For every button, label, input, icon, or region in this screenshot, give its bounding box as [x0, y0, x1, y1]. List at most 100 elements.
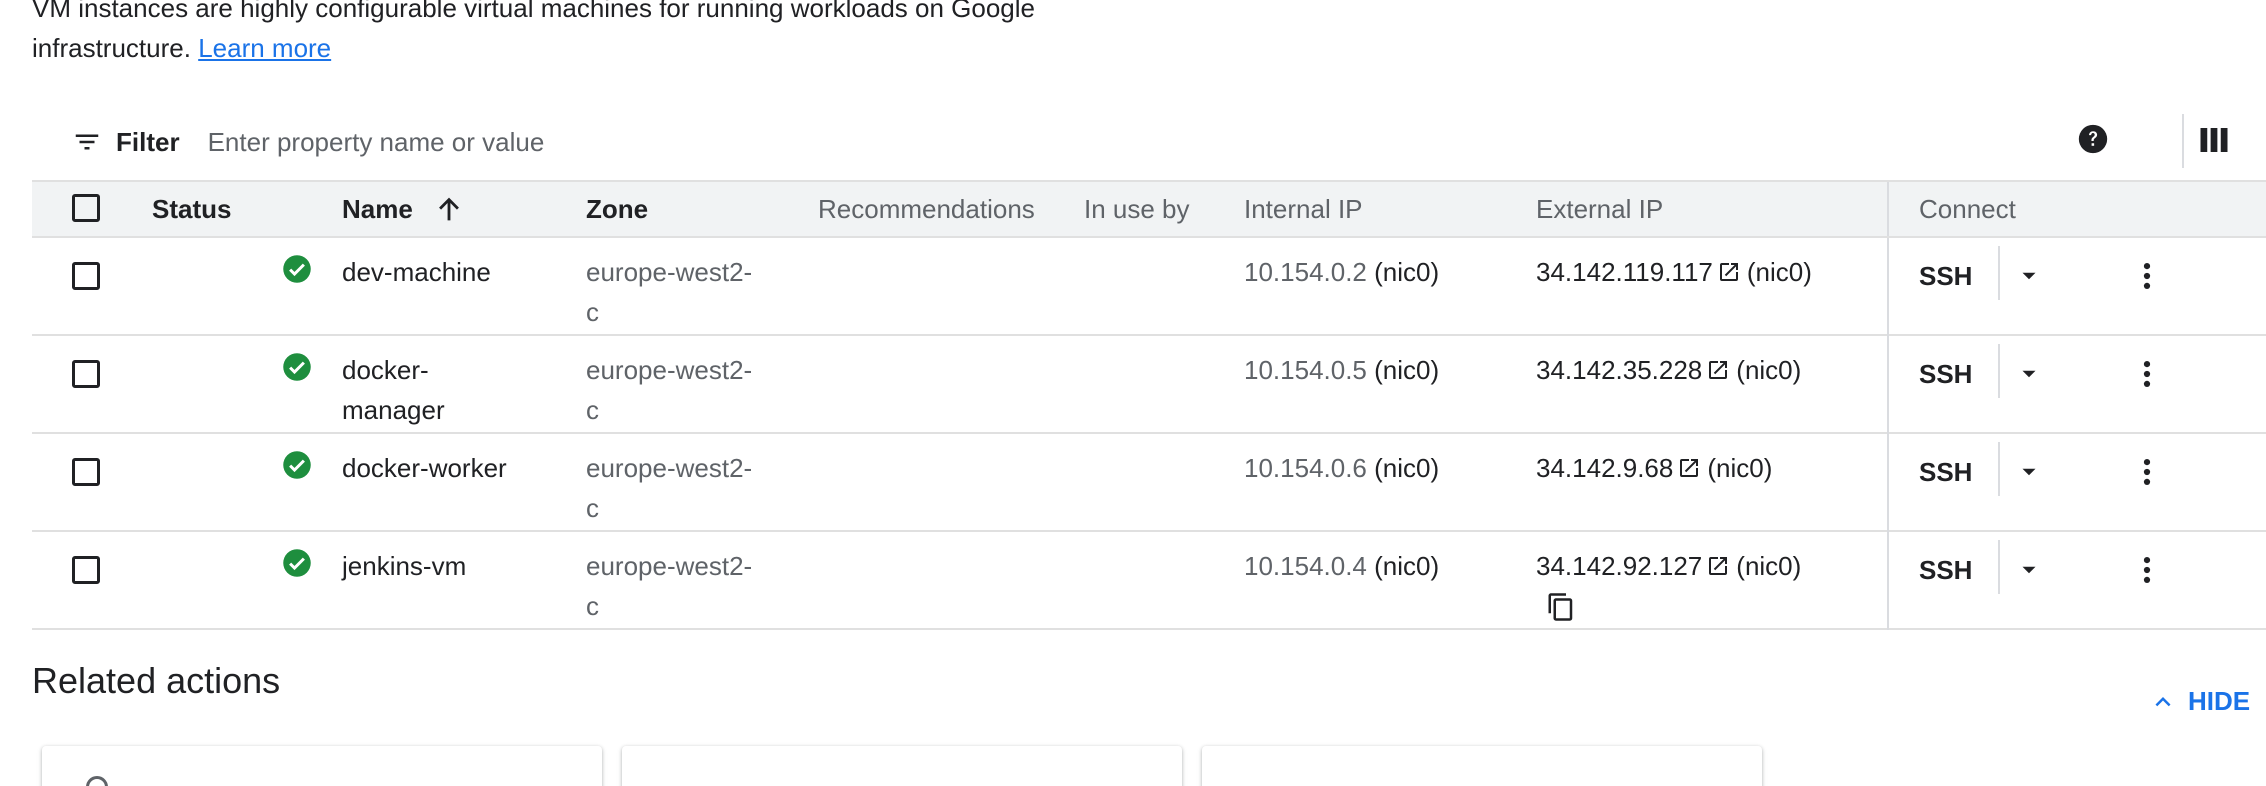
internal-ip-cell: 10.154.0.6 (nic0)	[1244, 433, 1536, 531]
copy-icon[interactable]	[1546, 592, 1576, 622]
instance-name[interactable]: dev-machine	[342, 237, 586, 335]
vm-instances-table: Status Name Zone Recommendations In use …	[32, 180, 2266, 630]
in-use-by-cell	[1084, 433, 1244, 531]
filter-button[interactable]: Filter	[72, 127, 180, 158]
instance-name[interactable]: docker- manager	[342, 335, 586, 433]
hide-label: HIDE	[2188, 686, 2251, 716]
zone-line-1: europe-west2-	[586, 257, 753, 287]
description-text: infrastructure.	[32, 33, 191, 63]
zone-line-2: c	[586, 297, 599, 327]
instance-name-line-1: docker-	[342, 355, 429, 385]
external-nic: (nic0)	[1736, 355, 1802, 385]
instance-name[interactable]: jenkins-vm	[342, 531, 586, 629]
column-header-status[interactable]: Status	[152, 180, 342, 238]
column-header-name-label: Name	[342, 194, 413, 224]
internal-ip-cell: 10.154.0.2 (nic0)	[1244, 237, 1536, 335]
in-use-by-cell	[1084, 531, 1244, 629]
external-nic: (nic0)	[1736, 551, 1802, 581]
column-header-zone[interactable]: Zone	[586, 180, 818, 238]
external-nic: (nic0)	[1707, 453, 1773, 483]
external-ip-link[interactable]: 34.142.35.228	[1536, 355, 1736, 385]
internal-nic: (nic0)	[1374, 551, 1440, 581]
internal-nic: (nic0)	[1374, 453, 1440, 483]
filter-toolbar: Filter	[32, 108, 2266, 176]
select-all-checkbox[interactable]	[72, 193, 100, 222]
internal-ip: 10.154.0.4	[1244, 551, 1367, 581]
arrow-upward-icon	[439, 197, 459, 221]
external-ip-cell: 34.142.92.127 (nic0)	[1536, 531, 1888, 629]
external-ip: 34.142.9.68	[1536, 453, 1674, 483]
row-checkbox[interactable]	[72, 458, 100, 486]
ssh-button[interactable]: SSH	[1919, 256, 1972, 296]
recommendations-cell	[818, 335, 1084, 433]
row-checkbox[interactable]	[72, 556, 100, 584]
ssh-divider	[1998, 344, 2001, 398]
instance-name-line: docker-worker	[342, 453, 507, 483]
row-checkbox[interactable]	[72, 262, 100, 290]
table-row: dev-machine europe-west2- c 10.154.0.2 (…	[32, 237, 2266, 335]
arrow-drop-down-icon[interactable]	[2016, 459, 2042, 485]
open-in-new-icon	[1709, 361, 1728, 379]
column-header-in-use-by[interactable]: In use by	[1084, 180, 1244, 238]
zone-line-1: europe-west2-	[586, 355, 753, 385]
internal-ip-cell: 10.154.0.5 (nic0)	[1244, 335, 1536, 433]
learn-more-link[interactable]: Learn more	[198, 33, 331, 63]
zone-line-1: europe-west2-	[586, 551, 753, 581]
in-use-by-cell	[1084, 335, 1244, 433]
hide-related-button[interactable]: HIDE	[2148, 686, 2250, 717]
connect-cell: SSH	[1887, 335, 2266, 433]
external-ip-link[interactable]: 34.142.92.127	[1536, 551, 1736, 581]
internal-ip: 10.154.0.2	[1244, 257, 1367, 287]
related-actions-title: Related actions	[32, 660, 281, 701]
related-action-card[interactable]	[1202, 746, 1762, 786]
table-header-row: Status Name Zone Recommendations In use …	[32, 180, 2266, 238]
toolbar-divider	[2182, 114, 2184, 168]
column-header-name[interactable]: Name	[342, 180, 586, 238]
column-display-icon[interactable]	[2196, 122, 2232, 158]
check-circle-icon	[283, 353, 311, 381]
connect-cell: SSH	[1887, 237, 2266, 335]
help-icon[interactable]	[2076, 122, 2110, 156]
description-line-1: VM instances are highly configurable vir…	[32, 0, 1035, 23]
zone-cell: europe-west2- c	[586, 237, 818, 335]
column-header-external-ip[interactable]: External IP	[1536, 180, 1888, 238]
filter-label: Filter	[116, 126, 180, 157]
connect-cell: SSH	[1887, 531, 2266, 629]
ssh-button[interactable]: SSH	[1919, 452, 1972, 492]
check-circle-icon	[283, 451, 311, 479]
arrow-drop-down-icon[interactable]	[2016, 361, 2042, 387]
ssh-button[interactable]: SSH	[1919, 550, 1972, 590]
zone-cell: europe-west2- c	[586, 433, 818, 531]
related-action-card[interactable]	[42, 746, 602, 786]
internal-nic: (nic0)	[1374, 355, 1440, 385]
external-ip: 34.142.35.228	[1536, 355, 1703, 385]
ssh-divider	[1998, 540, 2001, 594]
check-circle-icon	[283, 255, 311, 283]
more-vert-icon[interactable]	[2130, 455, 2164, 489]
column-header-recommendations[interactable]: Recommendations	[818, 180, 1084, 238]
row-checkbox[interactable]	[72, 360, 100, 388]
instance-name[interactable]: docker-worker	[342, 433, 586, 531]
open-in-new-icon	[1719, 263, 1738, 281]
zone-line-2: c	[586, 493, 599, 523]
more-vert-icon[interactable]	[2130, 259, 2164, 293]
related-action-card[interactable]	[622, 746, 1182, 786]
external-ip-link[interactable]: 34.142.119.117	[1536, 257, 1747, 287]
external-ip-cell: 34.142.35.228 (nic0)	[1536, 335, 1888, 433]
zone-cell: europe-west2- c	[586, 531, 818, 629]
column-header-internal-ip[interactable]: Internal IP	[1244, 180, 1536, 238]
filter-input[interactable]	[205, 125, 1110, 159]
more-vert-icon[interactable]	[2130, 357, 2164, 391]
instance-name-line-2: manager	[342, 395, 445, 425]
filter-list-icon	[75, 134, 99, 150]
arrow-drop-down-icon[interactable]	[2016, 557, 2042, 583]
arrow-drop-down-icon[interactable]	[2016, 263, 2042, 289]
external-ip-link[interactable]: 34.142.9.68	[1536, 453, 1707, 483]
open-in-new-icon	[1709, 557, 1728, 575]
ssh-button[interactable]: SSH	[1919, 354, 1972, 394]
table-row: docker- manager europe-west2- c 10.154.0…	[32, 335, 2266, 433]
column-header-connect: Connect	[1887, 180, 2266, 238]
table-row: jenkins-vm europe-west2- c 10.154.0.4 (n…	[32, 531, 2266, 629]
recommendations-cell	[818, 433, 1084, 531]
more-vert-icon[interactable]	[2130, 553, 2164, 587]
